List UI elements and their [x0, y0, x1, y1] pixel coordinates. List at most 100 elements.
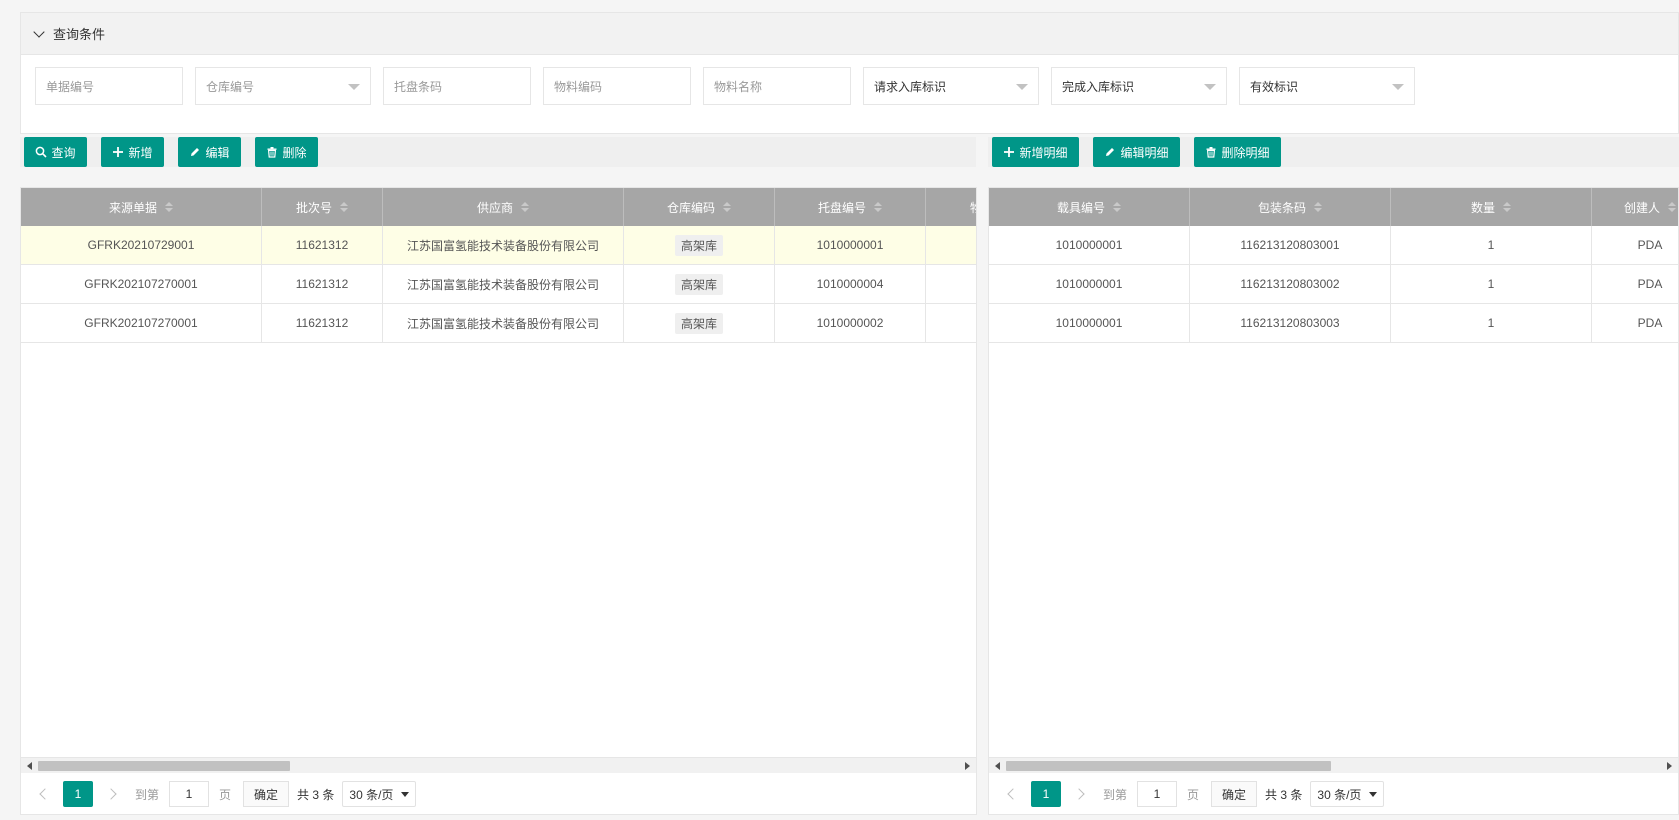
- cell-creator: PDA: [1592, 304, 1678, 342]
- table-row[interactable]: 1010000001 116213120803003 1 PDA: [989, 304, 1678, 343]
- detail-table-header: 载具编号 包装条码 数量 创建人: [989, 188, 1678, 226]
- column-header-creator[interactable]: 创建人: [1592, 188, 1678, 226]
- right-toolbar: 新增明细 编辑明细 删除明细: [988, 137, 1679, 167]
- scrollbar-thumb[interactable]: [1006, 761, 1331, 771]
- complete-inbound-select[interactable]: 完成入库标识: [1051, 67, 1227, 105]
- column-header-carrier[interactable]: 载具编号: [989, 188, 1190, 226]
- valid-flag-placeholder: 有效标识: [1250, 79, 1299, 94]
- cell-creator: PDA: [1592, 265, 1678, 303]
- scrollbar-thumb[interactable]: [38, 761, 290, 771]
- delete-detail-button-label: 删除明细: [1221, 145, 1270, 160]
- next-page-icon[interactable]: [105, 788, 117, 800]
- page-size-value: 30 条/页: [349, 787, 394, 802]
- current-page-button[interactable]: 1: [1031, 781, 1061, 807]
- cell-source-doc: GFRK202107270001: [21, 265, 262, 303]
- table-row[interactable]: GFRK202107270001 11621312 江苏国富氢能技术装备股份有限…: [21, 265, 976, 304]
- cell-warehouse: 高架库: [624, 265, 775, 303]
- page-unit-label: 页: [1187, 787, 1200, 802]
- cell-carrier: 1010000001: [989, 304, 1190, 342]
- table-row[interactable]: 1010000001 116213120803001 1 PDA: [989, 226, 1678, 265]
- request-inbound-select[interactable]: 请求入库标识: [863, 67, 1039, 105]
- total-count: 共 3 条: [297, 787, 335, 802]
- goto-label: 到第: [1103, 787, 1128, 802]
- add-button-label: 新增: [128, 145, 153, 160]
- cell-material: [926, 226, 976, 264]
- table-row[interactable]: GFRK20210729001 11621312 江苏国富氢能技术装备股份有限公…: [21, 226, 976, 265]
- scroll-right-icon[interactable]: [1667, 762, 1672, 770]
- detail-pagination: 1 到第 1 页 确定 共 3 条 30 条/页: [989, 773, 1678, 814]
- cell-package-code: 116213120803002: [1190, 265, 1391, 303]
- warehouse-tag: 高架库: [674, 312, 723, 334]
- prev-page-icon[interactable]: [1007, 788, 1019, 800]
- add-button[interactable]: 新增: [101, 137, 164, 167]
- sort-icon[interactable]: [1113, 202, 1121, 212]
- cell-pallet: 1010000004: [775, 265, 926, 303]
- cell-batch: 11621312: [262, 265, 383, 303]
- cell-material: [926, 265, 976, 303]
- column-header-quantity[interactable]: 数量: [1391, 188, 1592, 226]
- scroll-right-icon[interactable]: [965, 762, 970, 770]
- cell-pallet: 1010000001: [775, 226, 926, 264]
- doc-number-input[interactable]: 单据编号: [35, 67, 183, 105]
- add-detail-button-label: 新增明细: [1019, 145, 1068, 160]
- material-code-input[interactable]: 物料编码: [543, 67, 691, 105]
- goto-page-input[interactable]: 1: [169, 781, 210, 807]
- table-row[interactable]: 1010000001 116213120803002 1 PDA: [989, 265, 1678, 304]
- dropdown-caret-icon: [1204, 84, 1216, 90]
- material-code-placeholder: 物料编码: [554, 79, 603, 94]
- dropdown-caret-icon: [1392, 84, 1404, 90]
- sort-icon[interactable]: [1314, 202, 1322, 212]
- page-size-select[interactable]: 30 条/页: [342, 781, 417, 807]
- table-row[interactable]: GFRK202107270001 11621312 江苏国富氢能技术装备股份有限…: [21, 304, 976, 343]
- sort-icon[interactable]: [874, 202, 882, 212]
- query-button[interactable]: 查询: [24, 137, 87, 167]
- valid-flag-select[interactable]: 有效标识: [1239, 67, 1415, 105]
- sort-icon[interactable]: [1668, 202, 1676, 212]
- edit-button-label: 编辑: [205, 145, 230, 160]
- delete-button[interactable]: 删除: [255, 137, 318, 167]
- cell-material: [926, 304, 976, 342]
- master-table-header: 来源单据 批次号 供应商 仓库编码 托盘编号 物: [21, 188, 976, 226]
- scroll-left-icon[interactable]: [27, 762, 32, 770]
- query-button-label: 查询: [51, 145, 76, 160]
- column-header-label: 数量: [1470, 200, 1495, 215]
- sort-icon[interactable]: [340, 202, 348, 212]
- goto-label: 到第: [135, 787, 160, 802]
- sort-icon[interactable]: [521, 202, 529, 212]
- current-page-button[interactable]: 1: [63, 781, 93, 807]
- scroll-left-icon[interactable]: [995, 762, 1000, 770]
- query-panel-header[interactable]: 查询条件: [21, 13, 1678, 55]
- column-header-package-code[interactable]: 包装条码: [1190, 188, 1391, 226]
- page-size-value: 30 条/页: [1317, 787, 1362, 802]
- column-header-pallet[interactable]: 托盘编号: [775, 188, 926, 226]
- material-name-input[interactable]: 物料名称: [703, 67, 851, 105]
- delete-detail-button[interactable]: 删除明细: [1194, 137, 1281, 167]
- column-header-batch[interactable]: 批次号: [262, 188, 383, 226]
- add-detail-button[interactable]: 新增明细: [992, 137, 1079, 167]
- edit-detail-button[interactable]: 编辑明细: [1093, 137, 1180, 167]
- chevron-down-icon: [401, 791, 410, 797]
- edit-button[interactable]: 编辑: [178, 137, 241, 167]
- horizontal-scrollbar[interactable]: [989, 757, 1678, 773]
- prev-page-icon[interactable]: [39, 788, 51, 800]
- goto-confirm-button[interactable]: 确定: [1211, 781, 1258, 807]
- horizontal-scrollbar[interactable]: [21, 757, 976, 773]
- cell-carrier: 1010000001: [989, 265, 1190, 303]
- sort-icon[interactable]: [1503, 202, 1511, 212]
- goto-confirm-button[interactable]: 确定: [243, 781, 290, 807]
- detail-table: 载具编号 包装条码 数量 创建人 1010000001 116213120803…: [988, 187, 1679, 815]
- column-header-supplier[interactable]: 供应商: [383, 188, 624, 226]
- column-header-material[interactable]: 物: [926, 188, 976, 226]
- query-panel: 查询条件 单据编号 仓库编号 托盘条码 物料编码 物料名称 请求入库标识 完成入…: [20, 12, 1679, 134]
- column-header-source-doc[interactable]: 来源单据: [21, 188, 262, 226]
- warehouse-select[interactable]: 仓库编号: [195, 67, 371, 105]
- sort-icon[interactable]: [165, 202, 173, 212]
- next-page-icon[interactable]: [1073, 788, 1085, 800]
- goto-page-input[interactable]: 1: [1137, 781, 1178, 807]
- material-name-placeholder: 物料名称: [714, 79, 763, 94]
- pallet-barcode-input[interactable]: 托盘条码: [383, 67, 531, 105]
- column-header-warehouse[interactable]: 仓库编码: [624, 188, 775, 226]
- page-size-select[interactable]: 30 条/页: [1310, 781, 1385, 807]
- warehouse-placeholder: 仓库编号: [206, 79, 255, 94]
- sort-icon[interactable]: [723, 202, 731, 212]
